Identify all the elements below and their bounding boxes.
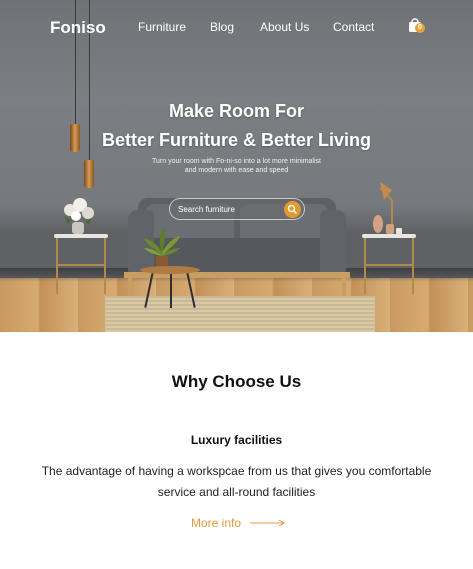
table-lamp: [373, 182, 402, 234]
search-input[interactable]: [178, 202, 278, 216]
side-table-left: [54, 234, 108, 294]
cart-count-badge: 0: [415, 23, 425, 33]
nav-link-blog[interactable]: Blog: [210, 20, 234, 34]
search-button[interactable]: [284, 201, 301, 218]
hero-subtitle-line-2: and modern with ease and speed: [184, 167, 289, 174]
nav-link-about-us[interactable]: About Us: [260, 20, 309, 34]
more-info-label: More info: [191, 516, 242, 530]
section-title: Why Choose Us: [171, 372, 302, 391]
potted-plant: [144, 228, 180, 266]
nav-link-contact[interactable]: Contact: [333, 20, 374, 34]
side-table-right: [362, 234, 416, 294]
navbar: Foniso Furniture Blog About Us Contact 0: [0, 0, 473, 52]
search-bar: [169, 198, 305, 220]
search-icon: [287, 204, 297, 214]
feature-description: The advantage of having a workspcae from…: [41, 464, 432, 499]
coffee-table: [140, 266, 200, 308]
flower-vase: [64, 198, 94, 234]
hero-subtitle-line-1: Turn your room with Fo-ni-so into a lot …: [152, 158, 321, 165]
arrow-right-icon: [250, 519, 286, 527]
feature-title: Luxury facilities: [190, 433, 283, 447]
brand-logo[interactable]: Foniso: [50, 18, 106, 38]
more-info-link[interactable]: More info: [191, 516, 286, 530]
nav-link-furniture[interactable]: Furniture: [138, 20, 186, 34]
hero-title-line-1: Make Room For: [168, 101, 305, 121]
cart-button[interactable]: 0: [408, 17, 426, 35]
hero-title-line-2: Better Furniture & Better Living: [101, 130, 372, 150]
